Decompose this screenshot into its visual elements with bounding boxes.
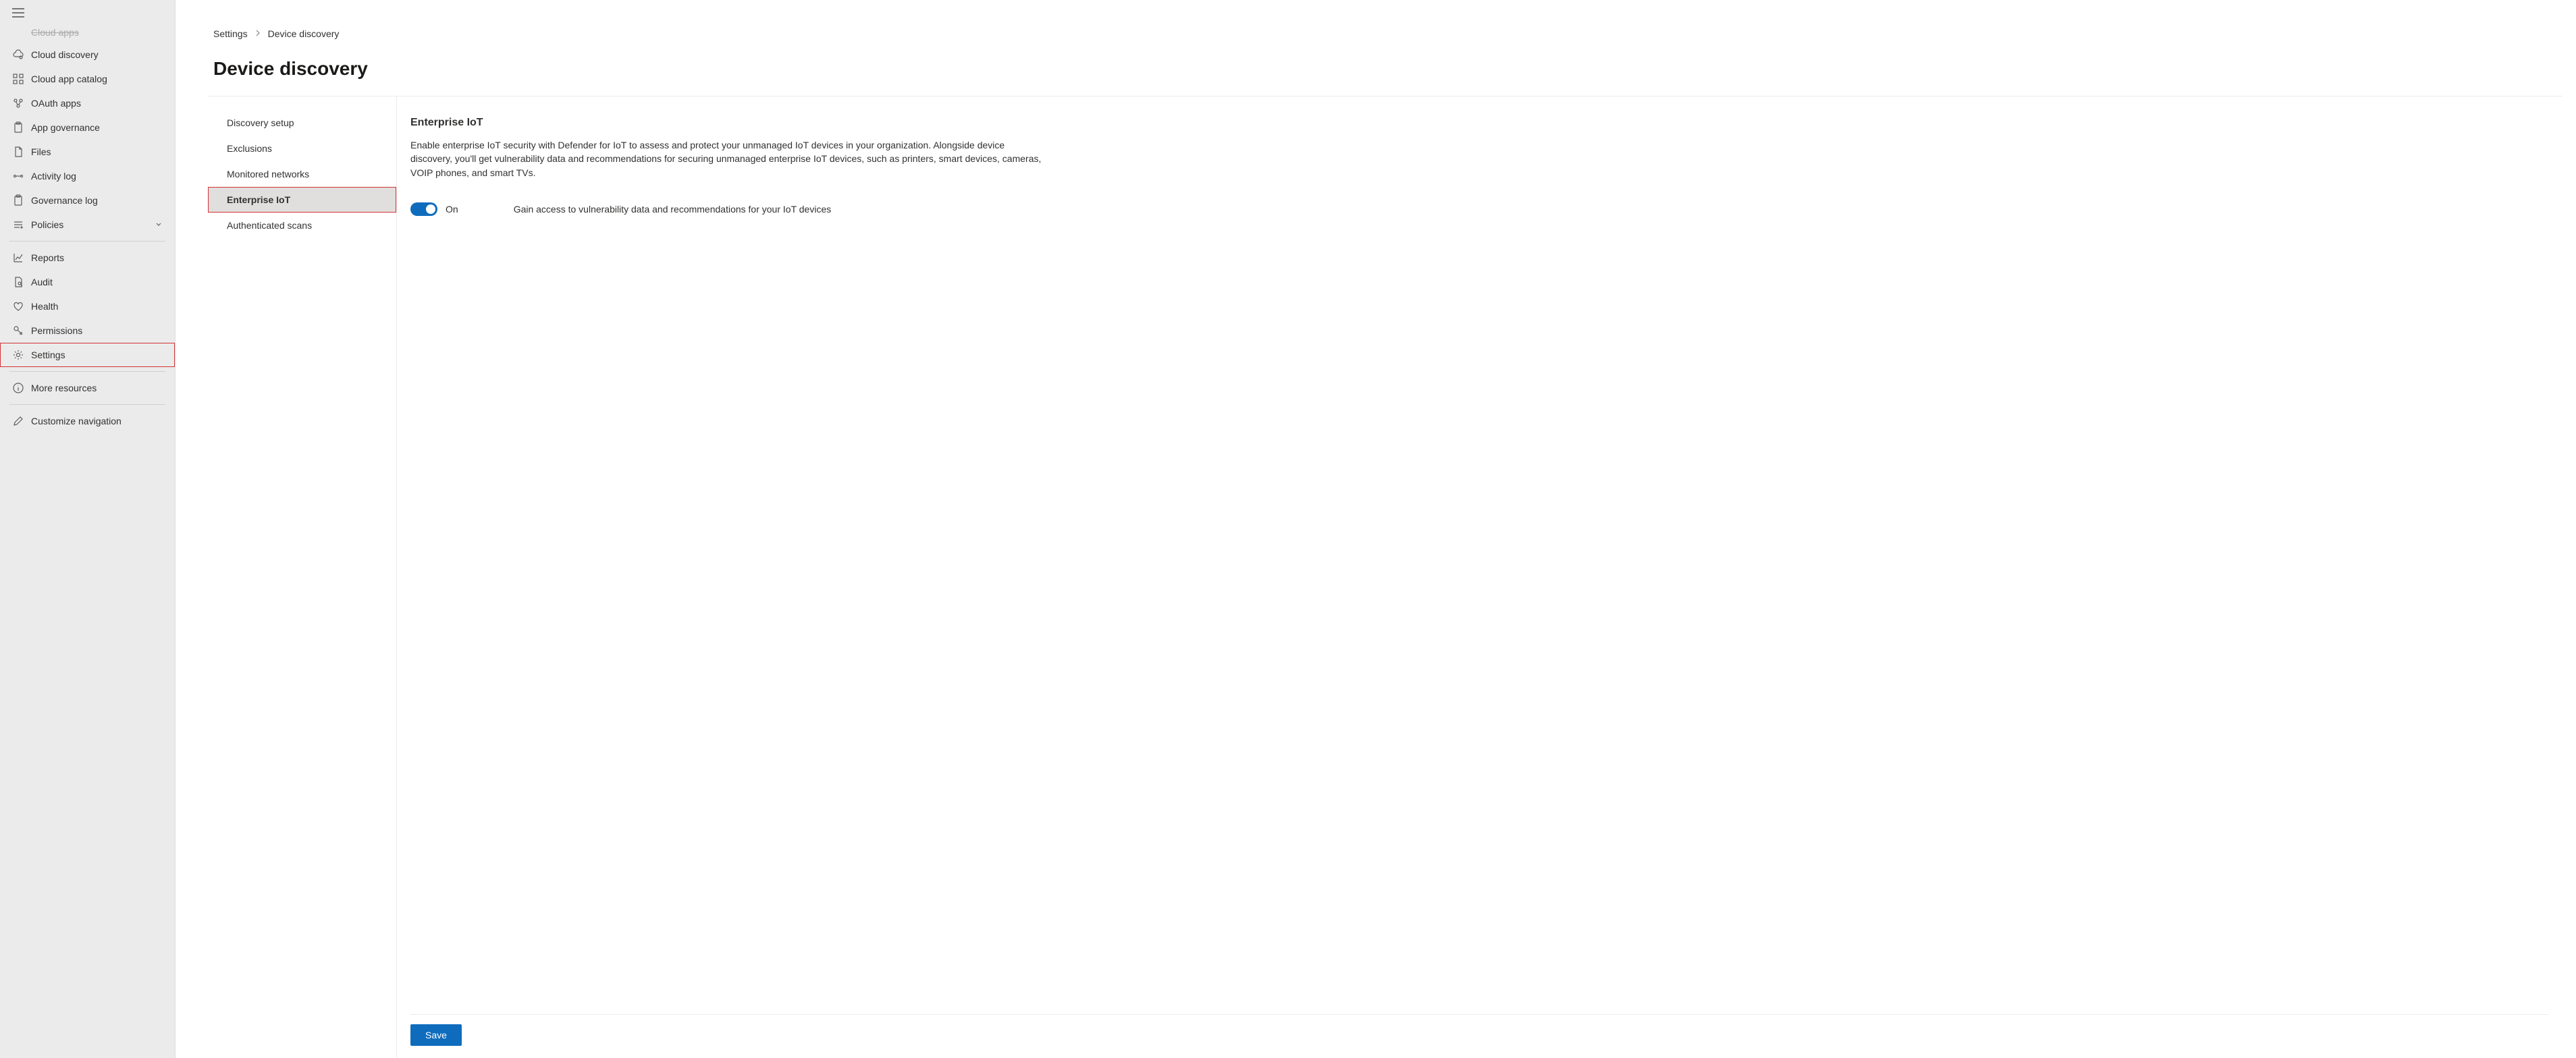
info-icon: [12, 382, 24, 394]
sidebar-item-label: Health: [31, 301, 163, 312]
sidebar-item-label: Reports: [31, 252, 163, 263]
nav-divider: [9, 404, 165, 405]
clipboard-icon: [12, 194, 24, 206]
sidebar-item-label: Activity log: [31, 171, 163, 182]
sidebar-item-label: Policies: [31, 219, 155, 230]
sidebar-item-reports[interactable]: Reports: [0, 246, 175, 270]
subnav-label: Enterprise IoT: [227, 194, 290, 205]
subnav-item-monitored-networks[interactable]: Monitored networks: [208, 161, 396, 187]
sidebar-item-permissions[interactable]: Permissions: [0, 318, 175, 343]
subnav-item-authenticated-scans[interactable]: Authenticated scans: [208, 213, 396, 238]
edit-icon: [12, 415, 24, 427]
page-title: Device discovery: [176, 39, 2576, 96]
sidebar-item-label: Cloud app catalog: [31, 74, 163, 84]
subnav-item-enterprise-iot[interactable]: Enterprise IoT: [208, 187, 396, 213]
subnav: Discovery setup Exclusions Monitored net…: [208, 96, 397, 1058]
detail-body: Enterprise IoT Enable enterprise IoT sec…: [410, 117, 2549, 1014]
health-icon: [12, 300, 24, 312]
activity-icon: [12, 170, 24, 182]
subnav-label: Exclusions: [227, 143, 272, 154]
reports-icon: [12, 252, 24, 264]
section-description: Enable enterprise IoT security with Defe…: [410, 138, 1045, 179]
toggle-knob: [426, 204, 435, 214]
toggle-description: Gain access to vulnerability data and re…: [514, 204, 832, 215]
oauth-icon: [12, 97, 24, 109]
policies-icon: [12, 219, 24, 231]
content-row: Discovery setup Exclusions Monitored net…: [208, 96, 2562, 1058]
sidebar-item-policies[interactable]: Policies: [0, 213, 175, 237]
gear-icon: [12, 349, 24, 361]
audit-icon: [12, 276, 24, 288]
breadcrumb-current: Device discovery: [268, 28, 340, 39]
subnav-item-discovery-setup[interactable]: Discovery setup: [208, 110, 396, 136]
sidebar-item-app-governance[interactable]: App governance: [0, 115, 175, 140]
sidebar-item-label: More resources: [31, 383, 163, 393]
nav-divider: [9, 241, 165, 242]
subnav-label: Monitored networks: [227, 169, 309, 179]
chevron-down-icon: [155, 219, 163, 230]
toggle-state-label: On: [446, 204, 458, 215]
hamburger-icon: [12, 8, 24, 18]
sidebar: Cloud apps Cloud discovery Cloud app cat…: [0, 0, 176, 1058]
subnav-label: Discovery setup: [227, 117, 294, 128]
sidebar-item-label: Settings: [31, 350, 163, 360]
breadcrumb: Settings Device discovery: [176, 0, 2576, 39]
section-title: Enterprise IoT: [410, 117, 2549, 129]
sidebar-item-activity-log[interactable]: Activity log: [0, 164, 175, 188]
sidebar-item-more-resources[interactable]: More resources: [0, 376, 175, 400]
sidebar-item-customize-navigation[interactable]: Customize navigation: [0, 409, 175, 433]
subnav-item-exclusions[interactable]: Exclusions: [208, 136, 396, 161]
detail-pane: Enterprise IoT Enable enterprise IoT sec…: [397, 96, 2562, 1058]
sidebar-item-audit[interactable]: Audit: [0, 270, 175, 294]
sidebar-item-label: Audit: [31, 277, 163, 287]
sidebar-item-governance-log[interactable]: Governance log: [0, 188, 175, 213]
breadcrumb-parent[interactable]: Settings: [213, 28, 248, 39]
toggle-row: On Gain access to vulnerability data and…: [410, 202, 2549, 216]
sidebar-item-label: Permissions: [31, 325, 163, 336]
files-icon: [12, 146, 24, 158]
sidebar-item-oauth-apps[interactable]: OAuth apps: [0, 91, 175, 115]
sidebar-item-cloud-app-catalog[interactable]: Cloud app catalog: [0, 67, 175, 91]
save-button[interactable]: Save: [410, 1024, 462, 1046]
permissions-icon: [12, 325, 24, 337]
sidebar-item-label: Customize navigation: [31, 416, 163, 426]
cloud-discovery-icon: [12, 49, 24, 61]
sidebar-item-label: OAuth apps: [31, 98, 163, 109]
sidebar-item-files[interactable]: Files: [0, 140, 175, 164]
hamburger-menu[interactable]: [0, 3, 175, 25]
sidebar-item-cloud-discovery[interactable]: Cloud discovery: [0, 43, 175, 67]
enterprise-iot-toggle[interactable]: [410, 202, 437, 216]
catalog-icon: [12, 73, 24, 85]
sidebar-item-label: App governance: [31, 122, 163, 133]
clipboard-icon: [12, 121, 24, 134]
detail-footer: Save: [410, 1014, 2549, 1058]
sidebar-item-label: Cloud apps: [31, 27, 163, 38]
sidebar-item-label: Files: [31, 146, 163, 157]
sidebar-item-label: Governance log: [31, 195, 163, 206]
sidebar-item-label: Cloud discovery: [31, 49, 163, 60]
main-content: Settings Device discovery Device discove…: [176, 0, 2576, 1058]
sidebar-item-cloud-apps[interactable]: Cloud apps: [0, 25, 175, 43]
chevron-right-icon: [254, 29, 261, 38]
sidebar-item-settings[interactable]: Settings: [0, 343, 175, 367]
nav-divider: [9, 371, 165, 372]
sidebar-item-health[interactable]: Health: [0, 294, 175, 318]
subnav-label: Authenticated scans: [227, 220, 312, 231]
